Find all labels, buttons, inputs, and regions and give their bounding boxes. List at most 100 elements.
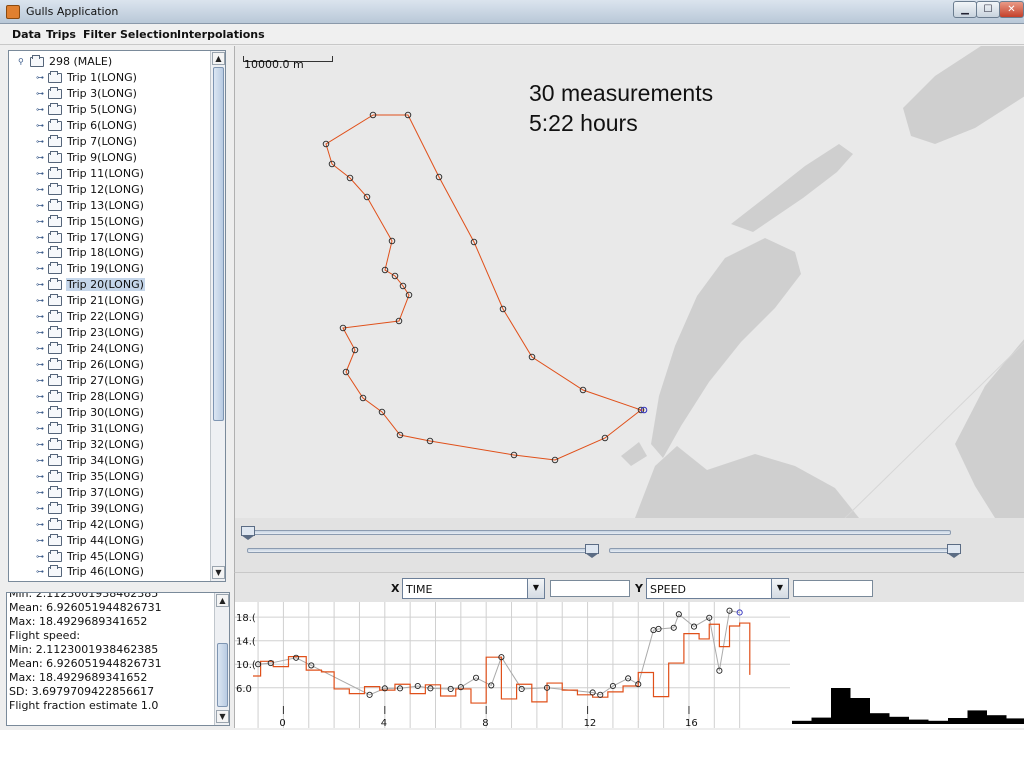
histogram-bar [889,716,909,724]
tree-collapsed-handle-icon[interactable]: ⊶ [36,233,45,242]
tree-collapsed-handle-icon[interactable]: ⊶ [36,488,45,497]
folder-icon [48,310,62,323]
range-end-track[interactable] [609,548,959,553]
folder-icon [48,71,62,83]
tree-collapsed-handle-icon[interactable]: ⊶ [36,408,45,417]
scroll-thumb[interactable] [217,643,228,707]
statistics-line: Flight fraction estimate 1.0 [9,699,159,712]
range-start-track[interactable] [247,548,599,553]
menu-interpolations[interactable]: Interpolations [177,28,265,41]
tree-node-label: Trip 11(LONG) [67,166,144,180]
stats-scrollbar[interactable]: ▲ ▼ [214,593,229,725]
tree-collapsed-handle-icon[interactable]: ⊶ [36,313,45,321]
x-tick-label: 4 [381,718,387,728]
tree-collapsed-handle-icon[interactable]: ⊶ [36,536,45,545]
tree-collapsed-handle-icon[interactable]: ⊶ [36,377,45,385]
tree-node-label: Trip 21(LONG) [67,294,144,308]
tree-collapsed-handle-icon[interactable]: ⊶ [36,361,45,369]
tree-collapsed-handle-icon[interactable]: ⊶ [36,424,45,433]
tree-collapsed-handle-icon[interactable]: ⊶ [36,265,45,273]
tree-expanded-handle-icon[interactable]: ⚲ [18,58,27,66]
histogram-bar [831,688,851,724]
time-slider-track[interactable] [243,530,951,535]
tree-node-label: Trip 5(LONG) [67,102,137,116]
chevron-down-icon[interactable]: ▼ [527,579,544,598]
tree-collapsed-handle-icon[interactable]: ⊶ [36,153,45,162]
folder-icon [48,246,62,259]
tree-collapsed-handle-icon[interactable]: ⊶ [36,520,45,529]
x-axis-combo[interactable]: TIME ▼ [402,578,545,599]
chevron-down-icon[interactable]: ▼ [771,579,788,598]
tree-collapsed-handle-icon[interactable]: ⊶ [36,185,45,194]
folder-icon [48,150,62,163]
tree-collapsed-handle-icon[interactable]: ⊶ [36,456,45,465]
tree-collapsed-handle-icon[interactable]: ⊶ [36,74,45,82]
tree-collapsed-handle-icon[interactable]: ⊶ [36,137,45,146]
menu-data[interactable]: Data [12,28,41,41]
scroll-up-arrow[interactable]: ▲ [216,594,229,607]
maximize-button[interactable]: ☐ [976,1,1000,18]
y-axis-combo[interactable]: SPEED ▼ [646,578,789,599]
y-tick-label: 10.( [236,660,256,671]
y-axis-value: SPEED [650,583,686,596]
scale-label: 10000.0 m [244,58,304,71]
scroll-thumb[interactable] [213,67,224,421]
tree-node-label: Trip 13(LONG) [67,198,144,212]
tree-node-label: Trip 3(LONG) [67,86,137,100]
histogram-bar [948,718,968,724]
speed-histogram [790,602,1024,728]
statistics-line: Max: 18.4929689341652 [9,671,148,684]
tree-node-label: Trip 32(LONG) [67,437,144,451]
tree-collapsed-handle-icon[interactable]: ⊶ [36,345,45,353]
tree-scrollbar[interactable]: ▲ ▼ [210,51,225,581]
menu-trips[interactable]: Trips [46,28,76,41]
tree-collapsed-handle-icon[interactable]: ⊶ [36,201,45,210]
tree-collapsed-handle-icon[interactable]: ⊶ [36,472,45,481]
application-window: Gulls Application ▁ ☐ ✕ Data Trips Filte… [0,0,1024,730]
tree-collapsed-handle-icon[interactable]: ⊶ [36,169,45,178]
tree-node-label: Trip 42(LONG) [67,517,144,531]
scroll-up-arrow[interactable]: ▲ [212,52,225,65]
trip-tree[interactable]: ⚲ 298 (MALE) ⊶ Trip 1(LONG) ⊶ Trip 3(LONG) ⊶ Tr… [8,50,226,582]
measurement-count-label: 30 measurements [529,80,714,106]
tree-collapsed-handle-icon[interactable]: ⊶ [36,89,45,98]
interpolated-speed-line [253,622,751,704]
gull-track-points [322,111,648,464]
tree-collapsed-handle-icon[interactable]: ⊶ [36,121,45,130]
y-axis-text-field[interactable] [793,580,873,597]
title-bar: Gulls Application ▁ ☐ ✕ [0,0,1024,24]
scroll-down-arrow[interactable]: ▼ [212,566,225,579]
tree-collapsed-handle-icon[interactable]: ⊶ [36,568,45,576]
folder-icon [48,533,62,546]
menu-filter[interactable]: Filter [83,28,116,41]
tree-node-label: 298 (MALE) [49,55,113,68]
tree-collapsed-handle-icon[interactable]: ⊶ [36,552,45,561]
folder-icon [48,517,62,530]
tree-collapsed-handle-icon[interactable]: ⊶ [36,297,45,305]
tree-collapsed-handle-icon[interactable]: ⊶ [36,281,45,289]
tree-node-label: Trip 45(LONG) [67,549,144,563]
statistics-line: Min: 2.1123001938462385 [9,592,159,600]
folder-icon [48,358,62,371]
tree-collapsed-handle-icon[interactable]: ⊶ [36,440,45,449]
tree-collapsed-handle-icon[interactable]: ⊶ [36,393,45,401]
gull-track [325,114,644,461]
tree-collapsed-handle-icon[interactable]: ⊶ [36,217,45,226]
tree-collapsed-handle-icon[interactable]: ⊶ [36,329,45,337]
map-view[interactable]: 10000.0 m 30 measurements 5:22 hours [234,46,1024,518]
close-button[interactable]: ✕ [999,1,1024,18]
tree-collapsed-handle-icon[interactable]: ⊶ [36,249,45,257]
minimize-button[interactable]: ▁ [953,1,977,18]
menu-selection[interactable]: Selection [120,28,178,41]
tree-collapsed-handle-icon[interactable]: ⊶ [36,105,45,114]
folder-icon [48,118,62,131]
tree-node-label: Trip 18(LONG) [67,246,144,260]
tree-collapsed-handle-icon[interactable]: ⊶ [36,504,45,513]
statistics-line: Mean: 6.926051944826731 [9,657,162,670]
x-tick-label: 12 [584,718,597,728]
histogram-bar [792,720,812,724]
speed-time-chart[interactable]: 18.(14.(10.(6.0 0 4 8 12 16 [234,602,790,728]
x-axis-text-field[interactable] [550,580,630,597]
folder-icon [48,262,62,275]
scroll-down-arrow[interactable]: ▼ [216,710,229,723]
